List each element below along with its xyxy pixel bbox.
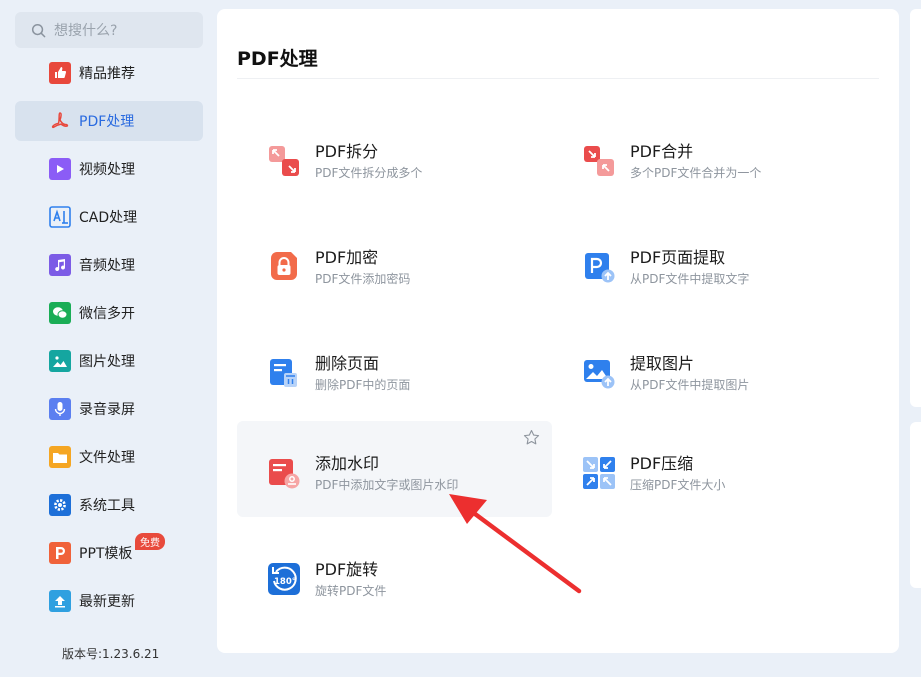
title-divider: [237, 78, 879, 79]
tool-desc: 从PDF文件中提取图片: [630, 378, 750, 392]
cad-icon: [49, 206, 71, 228]
pdf-page-extract-icon: [585, 253, 615, 283]
sidebar-item-updates[interactable]: 最新更新: [15, 581, 203, 621]
sidebar-item-label: 最新更新: [79, 594, 135, 610]
tool-desc: 压缩PDF文件大小: [630, 478, 726, 492]
wechat-icon: [49, 302, 71, 324]
tool-pdf-page-extract[interactable]: PDF页面提取 从PDF文件中提取文字: [552, 221, 867, 317]
upload-arrow-icon: [49, 590, 71, 612]
tool-title: PDF旋转: [315, 560, 379, 579]
pdf-compress-icon: [583, 457, 615, 489]
sidebar-item-pdf[interactable]: PDF处理: [15, 101, 203, 141]
sidebar-item-audio[interactable]: 音频处理: [15, 245, 203, 285]
sidebar-item-label: 系统工具: [79, 498, 135, 514]
sidebar-item-label: 精品推荐: [79, 66, 135, 82]
tool-title: 添加水印: [315, 454, 380, 473]
tool-desc: 多个PDF文件合并为一个: [630, 166, 762, 180]
thumbs-up-icon: [49, 62, 71, 84]
sidebar-item-system[interactable]: 系统工具: [15, 485, 203, 525]
sidebar-nav: 精品推荐 PDF处理 视频处理 CAD处理 音频处理 微信多开 图片处理 录音录…: [15, 53, 203, 629]
folder-icon: [49, 446, 71, 468]
sidebar-item-recommend[interactable]: 精品推荐: [15, 53, 203, 93]
sidebar-item-label: CAD处理: [79, 210, 138, 226]
sidebar-item-ppt[interactable]: PPT模板 免费: [15, 533, 203, 573]
sidebar-item-label: PPT模板: [79, 546, 133, 562]
tool-title: PDF合并: [630, 142, 694, 161]
tool-delete-page[interactable]: 删除页面 删除PDF中的页面: [237, 327, 552, 423]
right-panel-edge: [910, 9, 921, 407]
sidebar-item-label: 图片处理: [79, 354, 135, 370]
version-label: 版本号:1.23.6.21: [62, 647, 160, 661]
pdf-icon: [49, 110, 71, 132]
sidebar-item-image[interactable]: 图片处理: [15, 341, 203, 381]
tool-title: 提取图片: [630, 354, 695, 373]
page-title: PDF处理: [237, 48, 318, 70]
free-badge: 免费: [135, 533, 165, 550]
search-placeholder: 想搜什么?: [54, 23, 118, 39]
tool-title: PDF拆分: [315, 142, 379, 161]
tool-title: PDF页面提取: [630, 248, 726, 267]
tool-pdf-encrypt[interactable]: PDF加密 PDF文件添加密码: [237, 221, 552, 317]
pdf-rotate-icon: 180°: [268, 563, 300, 595]
sidebar-item-label: 文件处理: [79, 450, 135, 466]
watermark-icon: [269, 459, 300, 489]
sidebar-item-recording[interactable]: 录音录屏: [15, 389, 203, 429]
tool-title: 删除页面: [315, 354, 380, 373]
tool-desc: PDF文件添加密码: [315, 272, 411, 286]
tool-title: PDF加密: [315, 248, 379, 267]
sidebar-item-label: 录音录屏: [79, 402, 135, 418]
pdf-split-icon: [269, 146, 299, 176]
tool-pdf-compress[interactable]: PDF压缩 压缩PDF文件大小: [552, 427, 867, 523]
sidebar-item-video[interactable]: 视频处理: [15, 149, 203, 189]
tool-extract-image[interactable]: 提取图片 从PDF文件中提取图片: [552, 327, 867, 423]
sidebar-item-file[interactable]: 文件处理: [15, 437, 203, 477]
favorite-star-icon[interactable]: [523, 429, 540, 446]
ppt-icon: [49, 542, 71, 564]
sidebar-item-label: 音频处理: [79, 258, 135, 274]
image-icon: [49, 350, 71, 372]
search-input[interactable]: 想搜什么?: [15, 12, 203, 48]
tool-desc: PDF中添加文字或图片水印: [315, 478, 459, 492]
microphone-icon: [49, 398, 71, 420]
search-icon: [31, 23, 46, 37]
extract-image-icon: [584, 360, 615, 389]
right-panel-edge-lower: [910, 422, 921, 588]
pdf-lock-icon: [271, 252, 297, 280]
music-note-icon: [49, 254, 71, 276]
sidebar-item-label: 视频处理: [79, 162, 135, 178]
delete-page-icon: [270, 359, 297, 387]
tool-pdf-merge[interactable]: PDF合并 多个PDF文件合并为一个: [552, 115, 867, 211]
tool-title: PDF压缩: [630, 454, 694, 473]
sidebar: 想搜什么? 精品推荐 PDF处理 视频处理 CAD处理 音频处理 微信多开 图片…: [0, 0, 217, 677]
sidebar-item-label: 微信多开: [79, 306, 135, 322]
sidebar-item-wechat[interactable]: 微信多开: [15, 293, 203, 333]
video-play-icon: [49, 158, 71, 180]
main-panel: PDF处理 PDF拆分 PDF文件拆分成多个 PDF合并 多个PDF文件合并为一…: [217, 9, 899, 653]
annotation-arrow: [449, 494, 582, 594]
gear-icon: [49, 494, 71, 516]
svg-text:180°: 180°: [274, 577, 296, 587]
tool-desc: 旋转PDF文件: [315, 584, 387, 598]
tool-pdf-split[interactable]: PDF拆分 PDF文件拆分成多个: [237, 115, 552, 211]
pdf-merge-icon: [584, 146, 614, 176]
tool-desc: 从PDF文件中提取文字: [630, 272, 750, 286]
sidebar-item-cad[interactable]: CAD处理: [15, 197, 203, 237]
tool-desc: 删除PDF中的页面: [315, 378, 411, 392]
tool-desc: PDF文件拆分成多个: [315, 166, 423, 180]
sidebar-item-label: PDF处理: [79, 114, 135, 130]
